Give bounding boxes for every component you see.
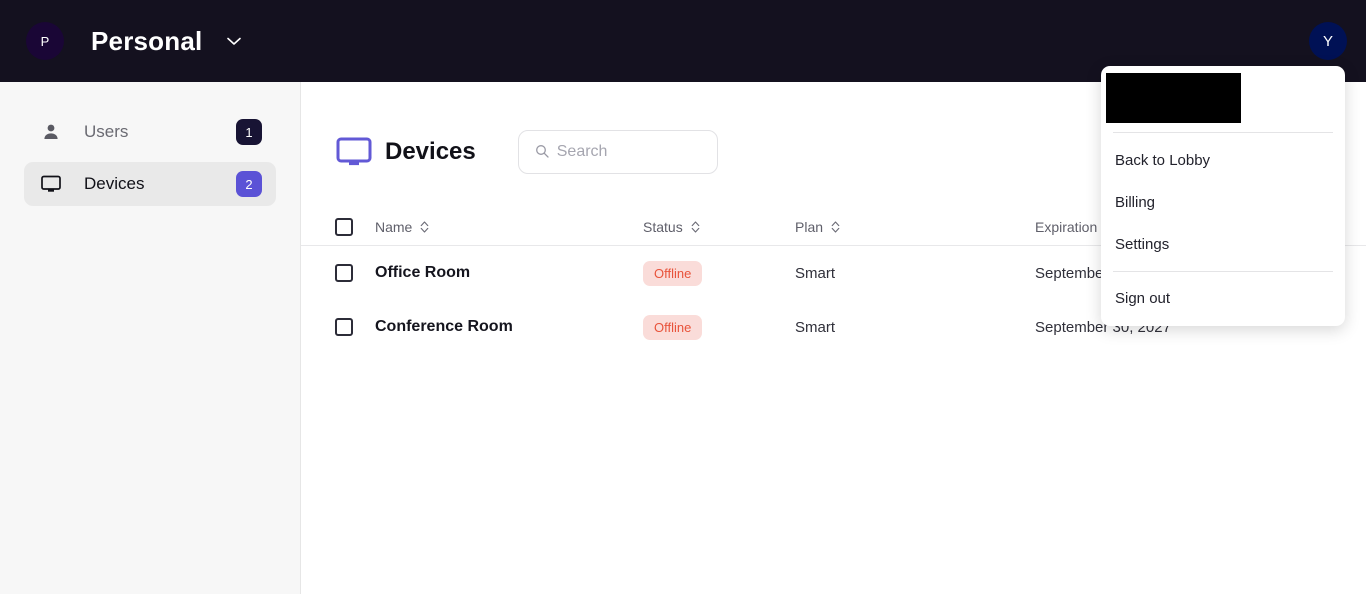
search-icon xyxy=(535,144,549,158)
account-dropdown-menu: Back to Lobby Billing Settings Sign out xyxy=(1101,66,1345,326)
monitor-icon xyxy=(335,136,373,168)
sidebar-item-users-badge: 1 xyxy=(236,119,262,145)
cell-device-name: Conference Room xyxy=(375,318,513,335)
column-header-expiration-label: Expiration xyxy=(1035,218,1098,235)
column-header-plan[interactable]: Plan xyxy=(795,219,1035,235)
cell-device-name: Office Room xyxy=(375,264,471,281)
column-header-name-label: Name xyxy=(375,218,413,235)
column-header-status[interactable]: Status xyxy=(643,219,795,235)
column-header-status-label: Status xyxy=(643,218,683,235)
page-title: Devices xyxy=(385,138,476,165)
sidebar-item-devices-badge: 2 xyxy=(236,171,262,197)
menu-item-settings[interactable]: Settings xyxy=(1101,226,1345,262)
person-icon xyxy=(40,121,62,143)
sidebar: Users 1 Devices 2 xyxy=(0,82,301,594)
chevron-down-icon[interactable] xyxy=(226,33,242,49)
redacted-account-email xyxy=(1106,73,1241,123)
cell-device-status: Offline xyxy=(643,260,795,286)
row-checkbox[interactable] xyxy=(335,318,353,336)
status-badge: Offline xyxy=(643,314,703,340)
org-avatar-initial: P xyxy=(40,33,50,49)
sidebar-item-users-label: Users xyxy=(84,122,129,141)
select-all-checkbox[interactable] xyxy=(335,217,353,236)
menu-item-back-to-lobby[interactable]: Back to Lobby xyxy=(1101,142,1345,178)
cell-device-plan: Smart xyxy=(795,264,836,282)
column-header-name[interactable]: Name xyxy=(375,219,643,235)
user-avatar-initial: Y xyxy=(1322,32,1333,50)
sort-toggle-icon[interactable] xyxy=(420,220,429,234)
monitor-icon xyxy=(40,173,62,195)
column-header-plan-label: Plan xyxy=(795,218,824,235)
menu-divider xyxy=(1113,271,1333,272)
search-box[interactable] xyxy=(517,130,718,174)
sidebar-item-devices[interactable]: Devices 2 xyxy=(24,162,276,206)
menu-item-billing[interactable]: Billing xyxy=(1101,184,1345,220)
cell-device-plan: Smart xyxy=(795,318,836,336)
cell-device-status: Offline xyxy=(643,314,795,340)
menu-item-sign-out[interactable]: Sign out xyxy=(1101,280,1345,316)
sidebar-item-users[interactable]: Users 1 xyxy=(24,110,276,154)
org-name: Personal xyxy=(91,25,203,56)
status-badge: Offline xyxy=(643,260,703,286)
menu-divider xyxy=(1113,132,1333,133)
sort-toggle-icon[interactable] xyxy=(691,220,700,234)
sidebar-item-devices-label: Devices xyxy=(84,174,145,193)
org-avatar: P xyxy=(26,22,64,60)
sort-toggle-icon[interactable] xyxy=(831,220,840,234)
user-avatar[interactable]: Y xyxy=(1309,22,1347,60)
row-checkbox[interactable] xyxy=(335,264,353,282)
